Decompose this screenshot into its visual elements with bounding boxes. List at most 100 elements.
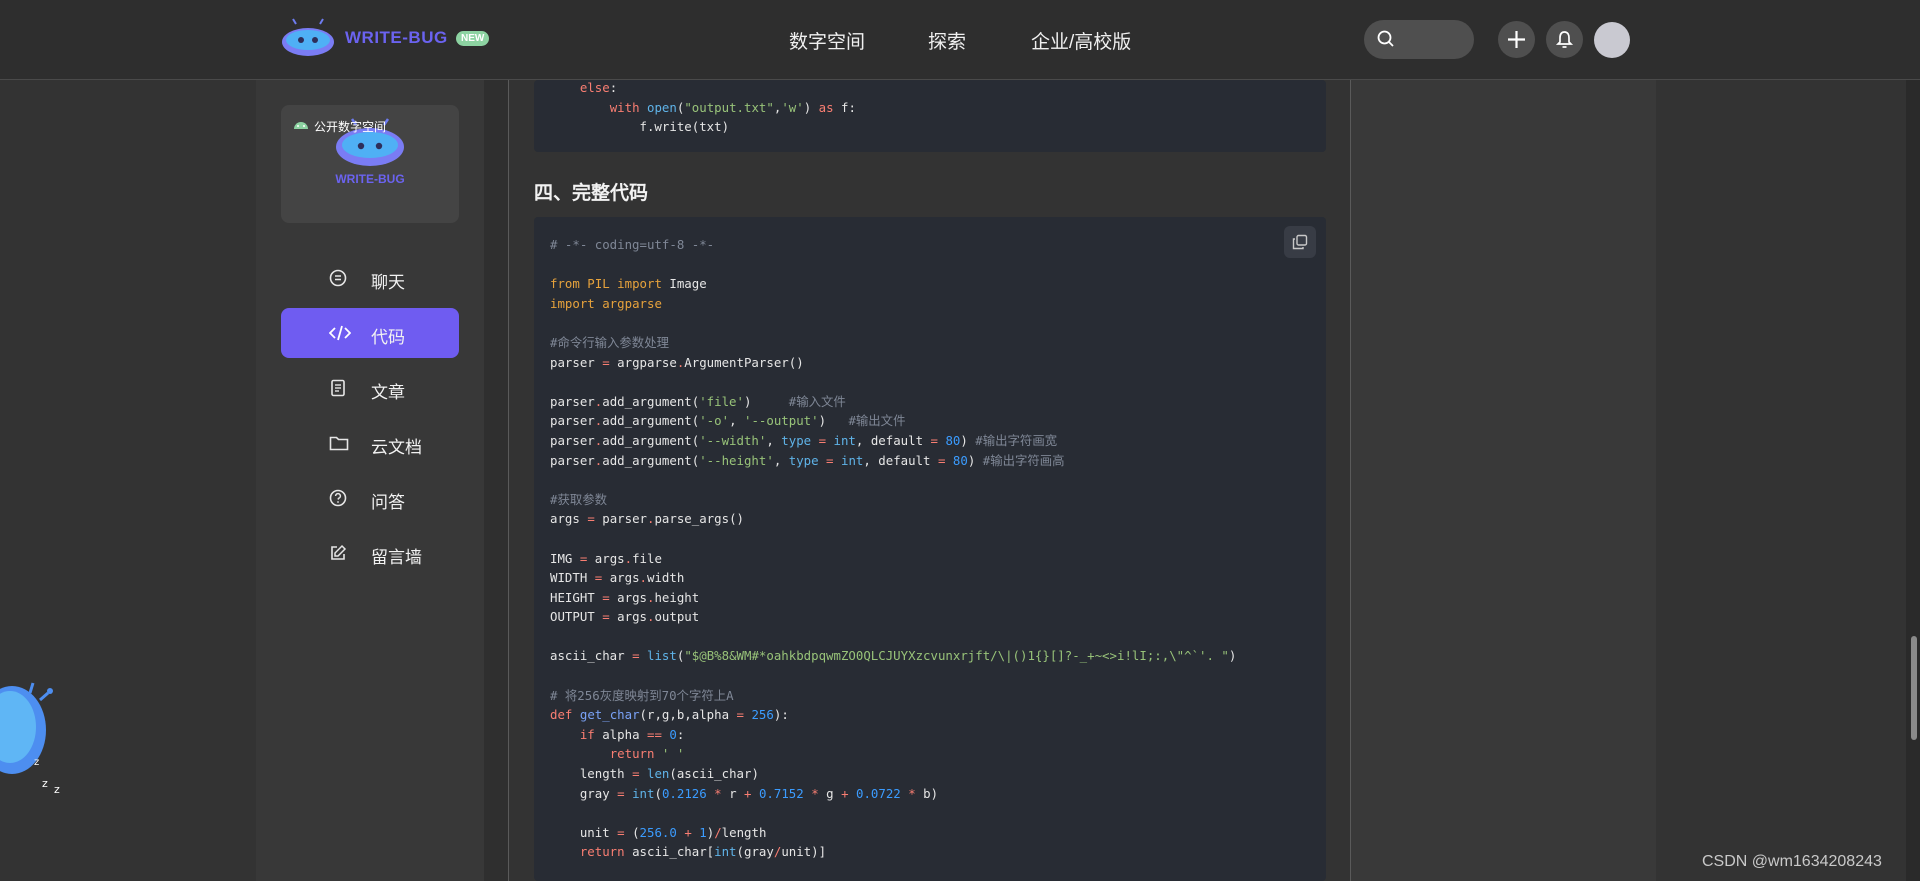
scrollbar-thumb[interactable] <box>1911 636 1917 740</box>
code-token: ( <box>654 785 662 801</box>
code-token: '--output' <box>743 413 819 429</box>
code-token: PIL <box>579 276 618 292</box>
code-token: parser <box>594 511 647 527</box>
code-token: argparse <box>609 354 677 370</box>
code-token: else <box>579 80 610 95</box>
code-token: #输出字符画高 <box>982 452 1065 468</box>
code-token: 0 <box>669 726 677 742</box>
code-token: 'file' <box>699 393 744 409</box>
code-token: int <box>632 785 655 801</box>
code-line: # 将256灰度映射到70个字符上A <box>550 686 1236 706</box>
code-line: IMG = args.file <box>550 549 1236 569</box>
code-line: ascii_char = list("$@B%8&WM#*oahkbdpqwmZ… <box>550 646 1236 666</box>
plus-icon <box>1508 31 1525 48</box>
code-token: '-o' <box>699 413 730 429</box>
code-token: as <box>818 99 834 115</box>
sidebar-item-qa[interactable]: 问答 <box>281 473 459 523</box>
sidebar-item-cloud-docs[interactable]: 云文档 <box>281 418 459 468</box>
workspace-card[interactable]: 公开数字空间 WRITE-BUG <box>281 105 459 223</box>
code-token: 0.7152 <box>758 785 804 801</box>
code-line: with open("output.txt",'w') as f: <box>550 98 856 118</box>
code-token: f: <box>833 99 856 115</box>
scrollbar[interactable] <box>1906 80 1920 881</box>
code-token: parser <box>550 393 595 409</box>
code-token: def <box>550 707 573 723</box>
write-bug-logo-icon[interactable] <box>280 18 336 58</box>
code-token: '--height' <box>699 452 774 468</box>
code-token: args <box>609 609 647 625</box>
code-line: import argparse <box>550 294 1236 314</box>
code-token: add_argument( <box>602 432 700 448</box>
sidebar-item-chat[interactable]: 聊天 <box>281 253 459 303</box>
code-token: type <box>788 452 819 468</box>
code-token: unit)] <box>781 844 827 860</box>
svg-text:z: z <box>34 757 39 768</box>
code-token: height <box>654 589 700 605</box>
nav-enterprise[interactable]: 企业/高校版 <box>1031 27 1131 54</box>
code-token: (r,g,b,alpha <box>639 707 737 723</box>
code-token: . <box>624 550 633 566</box>
nav-explore[interactable]: 探索 <box>928 27 966 54</box>
code-token: = <box>930 432 938 448</box>
sidebar-item-code[interactable]: 代码 <box>281 308 459 358</box>
code-token: = <box>587 511 595 527</box>
code-token: int <box>714 844 737 860</box>
nav-digital-space[interactable]: 数字空间 <box>789 27 865 54</box>
code-token: ) <box>1228 648 1237 664</box>
code-token: . <box>639 570 648 586</box>
sidebar-item-label: 文章 <box>371 383 405 402</box>
edit-icon <box>331 544 347 560</box>
code-token: ArgumentParser() <box>684 354 804 370</box>
code-token: ascii_char <box>550 648 633 664</box>
user-avatar[interactable] <box>1594 22 1630 58</box>
code-line: parser.add_argument('--height', type = i… <box>550 451 1236 471</box>
create-button[interactable] <box>1498 21 1535 58</box>
copy-code-button[interactable] <box>1284 226 1316 258</box>
code-token: , <box>766 432 782 448</box>
code-line: HEIGHT = args.height <box>550 588 1236 608</box>
sleeping-mascot-icon[interactable]: z z z <box>0 665 70 805</box>
code-token: parser <box>550 452 595 468</box>
sidebar-item-article[interactable]: 文章 <box>281 363 459 413</box>
code-token: if <box>579 726 595 742</box>
sidebar-item-message-wall[interactable]: 留言墙 <box>281 528 459 578</box>
code-token: = <box>632 766 640 782</box>
code-token: add_argument( <box>602 452 700 468</box>
code-token: , default <box>855 432 931 448</box>
code-token: list <box>647 648 677 664</box>
code-token: add_argument( <box>602 413 700 429</box>
code-token: g <box>818 785 842 801</box>
code-token: 1 <box>699 824 707 840</box>
code-token: = <box>632 648 640 664</box>
code-token: b) <box>915 785 939 801</box>
code-token: return <box>579 844 625 860</box>
code-token: = <box>602 354 610 370</box>
code-token: , <box>773 452 789 468</box>
article-icon <box>331 379 345 397</box>
brand-name[interactable]: WRITE-BUG <box>345 28 448 48</box>
code-line: parser.add_argument('--width', type = in… <box>550 431 1236 451</box>
code-line: from PIL import Image <box>550 274 1236 294</box>
code-token: # -*- coding=utf-8 -*- <box>550 237 715 252</box>
code-token: 0.2126 <box>661 785 707 801</box>
code-token: "$@B%8&WM#*oahkbdpqwmZO0QLCJUYXzcvunxrjf… <box>684 648 1229 664</box>
code-token: ) <box>803 99 819 115</box>
code-token: width <box>647 570 685 586</box>
notifications-button[interactable] <box>1546 21 1583 58</box>
code-token: #输出文件 <box>848 413 906 429</box>
code-line: unit = (256.0 + 1)/length <box>550 823 1236 843</box>
search-input[interactable] <box>1364 20 1474 59</box>
code-text: # -*- coding=utf-8 -*- from PIL import Im… <box>550 235 1236 862</box>
code-line: WIDTH = args.width <box>550 568 1236 588</box>
code-token: IMG <box>550 550 580 566</box>
code-token: / <box>714 824 722 840</box>
